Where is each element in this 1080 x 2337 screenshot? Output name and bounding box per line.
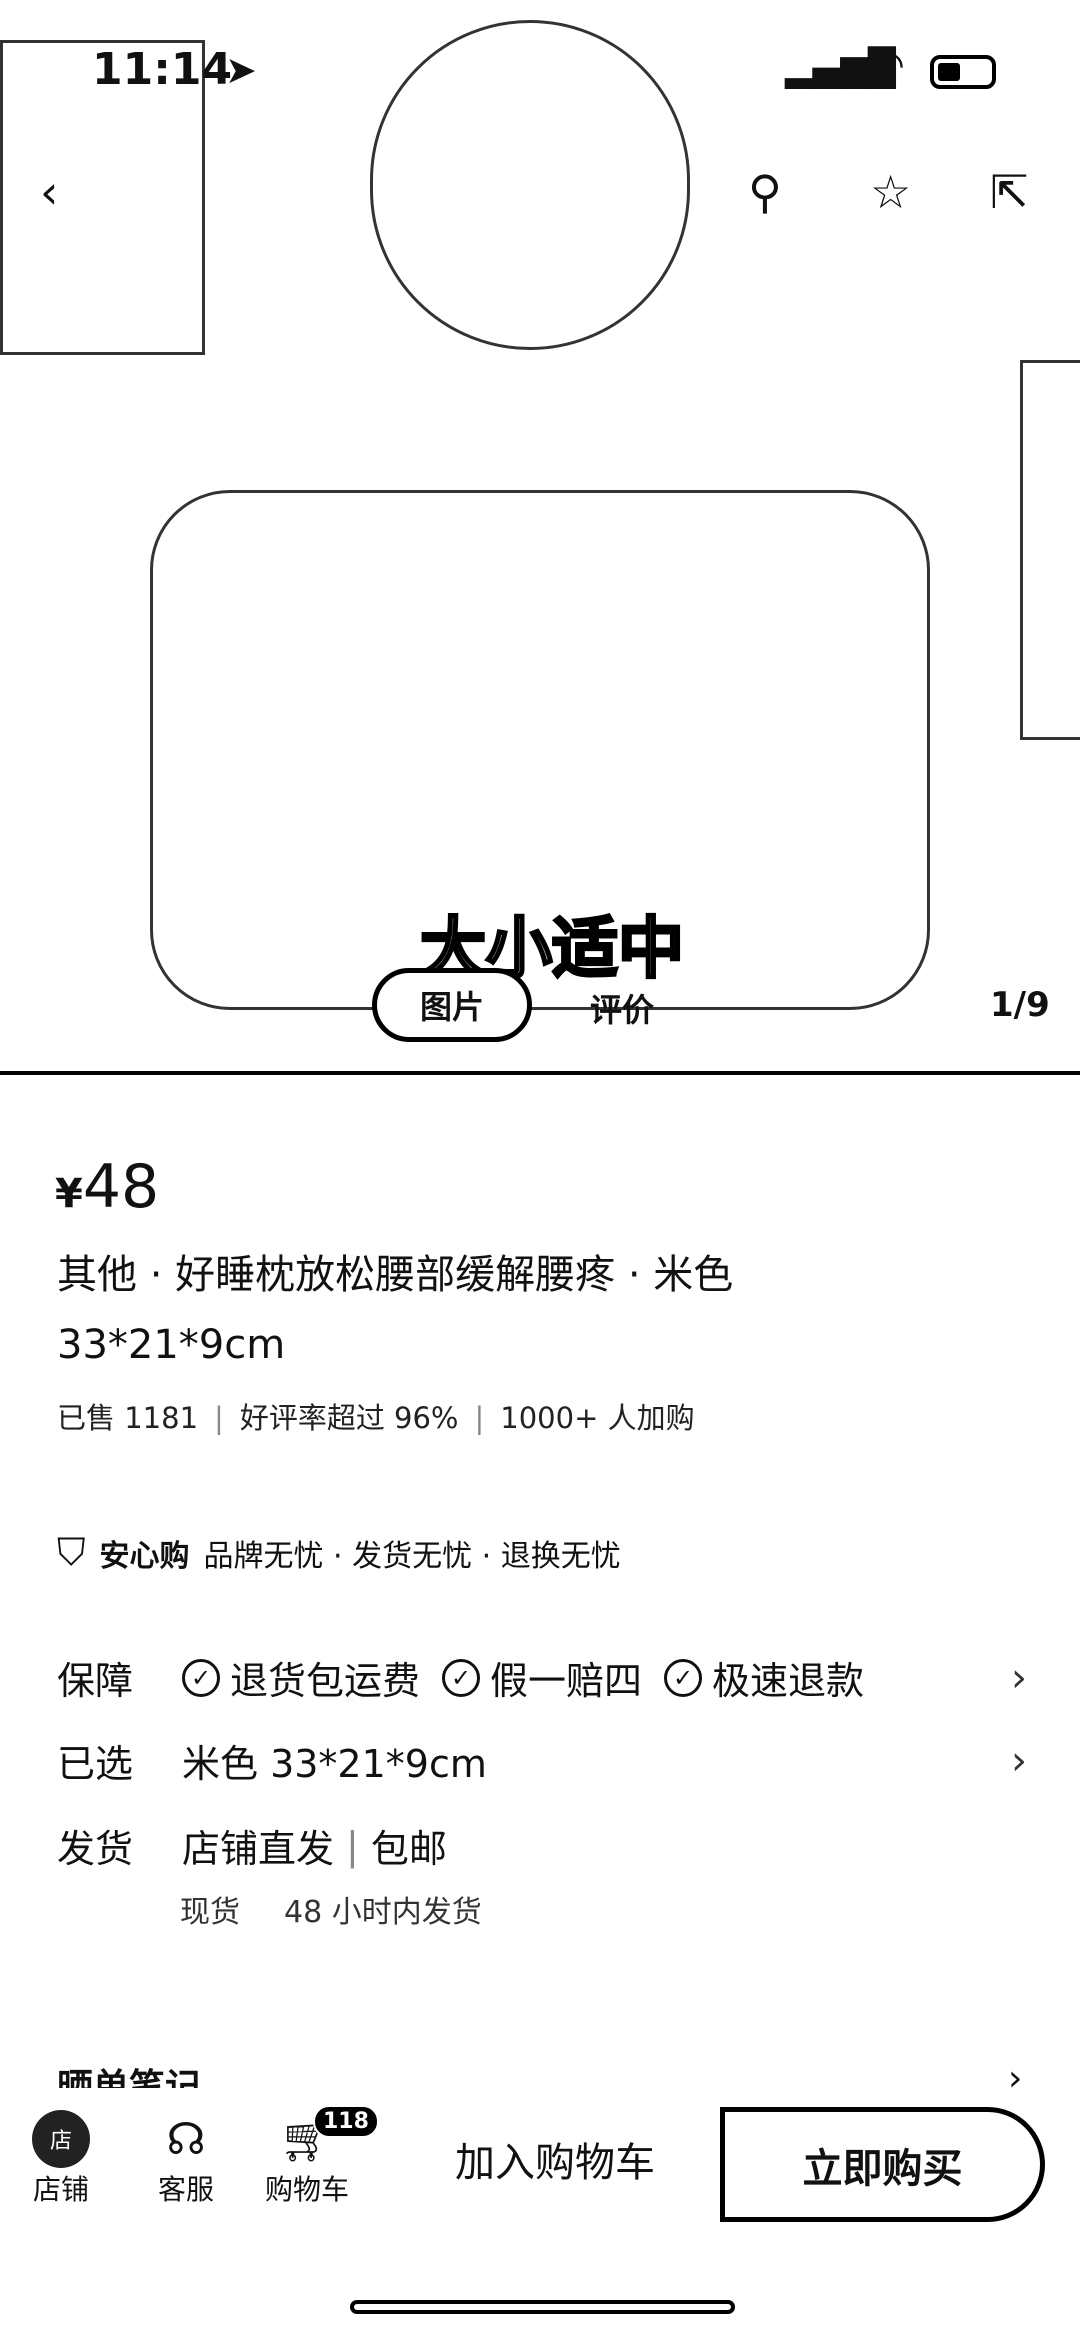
image-counter: 1/9 [990,985,1050,1025]
guarantee-row[interactable]: 保障 ✓ 退货包运费 ✓ 假一赔四 ✓ 极速退款 › [57,1650,1027,1705]
shop-button[interactable]: 店 店铺 [32,2110,90,2208]
shop-avatar-icon: 店 [32,2110,90,2168]
search-icon[interactable]: ⚲ [748,165,782,219]
back-icon[interactable]: ‹ [40,165,58,219]
assurance-desc: 品牌无忧 · 发货无忧 · 退换无忧 [203,1538,621,1574]
star-icon[interactable]: ☆ [870,165,911,219]
person-image [370,20,690,350]
tab-images[interactable]: 图片 [372,968,532,1042]
guarantee-item: 退货包运费 [230,1659,421,1703]
shop-label: 店铺 [32,2173,89,2206]
monitor-image [1020,360,1080,740]
guarantee-label: 保障 [57,1659,134,1703]
check-circle-icon: ✓ [664,1658,703,1697]
product-title: 其他 · 好睡枕放松腰部缓解腰疼 · 米色 [57,1252,734,1298]
price: ¥48 [55,1152,160,1222]
assurance-bar[interactable]: ⛉ 安心购 品牌无忧 · 发货无忧 · 退换无忧 [57,1530,621,1575]
selected-value: 米色 33*21*9cm [182,1742,487,1786]
product-size: 33*21*9cm [57,1322,286,1368]
assurance-name: 安心购 [99,1538,190,1574]
shipping-row: 发货 店铺直发 | 包邮 [57,1818,1027,1873]
selected-row[interactable]: 已选 米色 33*21*9cm › [57,1733,1027,1788]
guarantee-item: 极速退款 [712,1659,865,1703]
selected-label: 已选 [57,1742,134,1786]
free-shipping: 包邮 [370,1827,447,1871]
notes-section-title[interactable]: 晒单笔记 [57,2058,201,2088]
check-circle-icon: ✓ [442,1658,481,1697]
cart-count-badge: 118 [313,2105,379,2138]
shipping-label: 发货 [57,1827,134,1871]
shield-check-icon: ⛉ [57,1530,86,1574]
stock-info: 现货 48 小时内发货 [180,1895,482,1930]
status-time: 11:14 [92,44,233,95]
location-icon: ➤ [225,48,257,92]
check-circle-icon: ✓ [182,1658,220,1697]
headset-icon: ☊ [166,2113,206,2165]
guarantee-item: 假一赔四 [490,1659,643,1703]
service-label: 客服 [157,2173,214,2206]
chevron-right-icon: › [1011,1654,1027,1701]
buy-now-button[interactable]: 立即购买 [720,2107,1045,2222]
cart-label: 购物车 [265,2173,350,2206]
battery-icon [930,55,996,89]
wifi-icon: ◠ [870,42,905,88]
share-icon[interactable]: ⇱ [990,165,1029,219]
shipping-value: 店铺直发 [182,1827,335,1871]
sales-stats: 已售 1181 | 好评率超过 96% | 1000+ 人加购 [57,1401,695,1435]
tab-reviews[interactable]: 评价 [590,985,654,1031]
product-image-gallery[interactable]: 大小适中 图片 评价 1/9 [0,0,1080,1075]
chevron-right-icon: › [1011,1737,1027,1784]
add-to-cart-button[interactable]: 加入购物车 [455,2130,655,2188]
customer-service-button[interactable]: ☊ 客服 [157,2110,215,2208]
home-indicator[interactable] [350,2300,735,2314]
